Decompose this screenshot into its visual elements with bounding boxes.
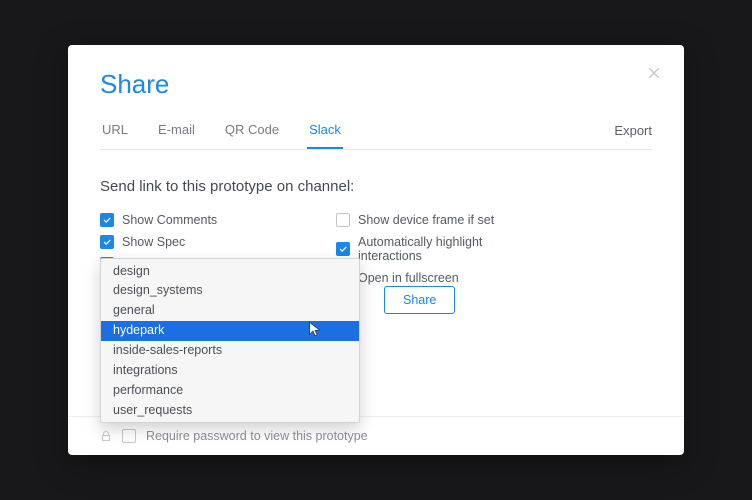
option-row: Show device frame if set [336, 213, 536, 227]
dropdown-item[interactable]: inside-sales-reports [101, 341, 359, 361]
options-right-column: Show device frame if set Automatically hi… [336, 213, 536, 285]
dropdown-item[interactable]: design_systems [101, 281, 359, 301]
dialog-title: Share [100, 69, 652, 100]
option-row: Automatically highlight interactions [336, 235, 536, 263]
option-label: Show device frame if set [358, 213, 494, 227]
tab-url[interactable]: URL [100, 114, 130, 149]
export-link[interactable]: Export [614, 115, 652, 148]
dialog-header: Share URL E-mail QR Code Slack Export [68, 45, 684, 150]
dropdown-item[interactable]: user_requests [101, 400, 359, 420]
dropdown-item[interactable]: performance [101, 380, 359, 400]
channel-dropdown-wrapper: designdesign_systemsgeneralhydeparkinsid… [100, 286, 360, 451]
prompt-text: Send link to this prototype on channel: [100, 178, 652, 195]
share-dialog: Share URL E-mail QR Code Slack Export Se… [68, 45, 684, 455]
channel-dropdown[interactable]: designdesign_systemsgeneralhydeparkinsid… [100, 258, 360, 423]
option-checkbox[interactable] [100, 235, 114, 249]
tab-slack[interactable]: Slack [307, 114, 343, 149]
option-row: Show Comments [100, 213, 300, 227]
option-checkbox[interactable] [100, 213, 114, 227]
dropdown-item[interactable]: integrations [101, 360, 359, 380]
tab-qrcode[interactable]: QR Code [223, 114, 281, 149]
dropdown-item[interactable]: hydepark [101, 321, 359, 341]
close-button[interactable] [640, 59, 668, 87]
option-row: Open in fullscreen [336, 271, 536, 285]
dropdown-item[interactable]: design [101, 261, 359, 281]
tabs-row: URL E-mail QR Code Slack Export [100, 114, 652, 150]
close-icon [646, 65, 662, 81]
option-checkbox[interactable] [336, 242, 350, 256]
option-label: Show Spec [122, 235, 185, 249]
option-label: Open in fullscreen [358, 271, 459, 285]
option-label: Show Comments [122, 213, 217, 227]
option-label: Automatically highlight interactions [358, 235, 536, 263]
share-button[interactable]: Share [384, 286, 455, 314]
option-checkbox[interactable] [336, 213, 350, 227]
dropdown-item[interactable]: general [101, 301, 359, 321]
tab-email[interactable]: E-mail [156, 114, 197, 149]
cursor-icon [307, 321, 323, 337]
option-row: Show Spec [100, 235, 300, 249]
dialog-body: Send link to this prototype on channel: … [68, 150, 684, 416]
